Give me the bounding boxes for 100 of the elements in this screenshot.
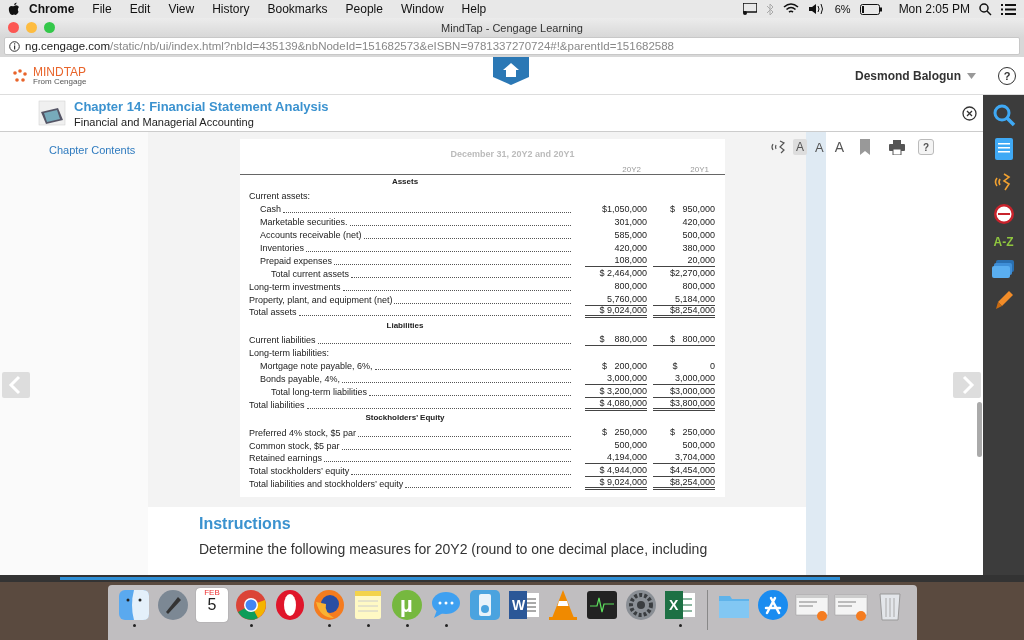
font-size-button[interactable]: A bbox=[812, 138, 827, 156]
glossary-button[interactable]: A-Z bbox=[993, 235, 1014, 249]
amount-cell: $ 9,024,000 bbox=[585, 478, 647, 491]
amount-cell-text: 800,000 bbox=[613, 281, 647, 293]
line-item-label: Total current assets bbox=[271, 268, 350, 279]
url-text: ng.cengage.com/static/nb/ui/index.html?nbId=435139&nbNodeId=151682573&eISBN=9781337270724#!&parentId=151682588 bbox=[25, 40, 675, 52]
menu-item[interactable]: File bbox=[83, 2, 121, 16]
search-icon[interactable] bbox=[979, 2, 992, 16]
firefox-icon[interactable] bbox=[312, 588, 346, 622]
caret-icon[interactable] bbox=[967, 72, 976, 79]
cast-icon[interactable] bbox=[742, 3, 757, 15]
line-item-label: Total liabilities and stockholders’ equity bbox=[249, 479, 404, 490]
battery-icon[interactable] bbox=[859, 3, 882, 15]
menubar-clock[interactable]: Mon 2:05 PM bbox=[898, 2, 970, 16]
media-player-icon[interactable] bbox=[468, 588, 502, 622]
notebook-icon[interactable] bbox=[993, 137, 1014, 161]
line-item-label: Preferred 4% stock, $5 par bbox=[249, 427, 357, 438]
scrollbar-thumb[interactable] bbox=[977, 402, 982, 457]
amount-cell: $3,000,000 bbox=[653, 385, 715, 398]
amount-cell-text: $ 2,464,000 bbox=[598, 268, 647, 280]
menu-item[interactable]: History bbox=[203, 2, 259, 16]
amount-cell-text: $ 200,000 bbox=[600, 360, 647, 372]
chrome-icon[interactable] bbox=[234, 588, 268, 622]
amount-cell-text: 500,000 bbox=[681, 440, 715, 452]
amount-cell: 3,704,000 bbox=[653, 452, 715, 465]
amount-cell: $4,454,000 bbox=[653, 465, 715, 478]
print-icon[interactable] bbox=[889, 139, 906, 155]
amount-cell: $ 9,024,000 bbox=[585, 306, 647, 319]
line-item-label: Accounts receivable (net) bbox=[260, 230, 362, 241]
amount-cell: $ 800,000 bbox=[653, 334, 715, 347]
menu-item[interactable]: Edit bbox=[120, 2, 160, 16]
battery-percent: 6% bbox=[834, 3, 851, 15]
amount-cell: 20,000 bbox=[653, 254, 715, 267]
opera-icon[interactable] bbox=[273, 588, 307, 622]
instructions-text: Determine the following measures for 20Y2 (round to one decimal place, including bbox=[199, 540, 709, 557]
amount-cell: 3,000,000 bbox=[653, 373, 715, 385]
apple-icon[interactable] bbox=[8, 2, 20, 16]
line-item-label: Long-term investments bbox=[249, 281, 341, 292]
info-icon[interactable] bbox=[9, 40, 20, 52]
menu-item[interactable]: Window bbox=[391, 2, 453, 16]
amount-cell-text: 800,000 bbox=[681, 281, 715, 293]
column-header: 20Y1 bbox=[689, 165, 710, 174]
amount-cell: 108,000 bbox=[585, 254, 647, 267]
menu-item[interactable]: Bookmarks bbox=[258, 2, 337, 16]
font-size-button[interactable]: A bbox=[793, 139, 807, 155]
close-icon[interactable] bbox=[962, 105, 977, 121]
close-window-button[interactable] bbox=[8, 22, 19, 33]
chapter-contents-link[interactable]: Chapter Contents bbox=[0, 144, 136, 156]
amount-cell-text: $ 0 bbox=[671, 360, 715, 372]
amount-cell-text: 585,000 bbox=[613, 229, 647, 241]
traffic-cone-icon[interactable] bbox=[546, 588, 580, 622]
amount-cell-text: 420,000 bbox=[681, 216, 715, 228]
list-icon[interactable] bbox=[1001, 3, 1016, 15]
font-size-button[interactable]: A bbox=[831, 138, 848, 156]
book-title: Financial and Managerial Accounting bbox=[74, 115, 255, 128]
line-item-label: Cash bbox=[260, 204, 281, 215]
dictionary-icon[interactable] bbox=[992, 203, 1015, 225]
logo-tagline: From Cengage bbox=[33, 77, 87, 86]
line-item-label: Property, plant, and equipment (net) bbox=[249, 294, 393, 305]
line-item-label: Mortgage note payable, 6%, bbox=[260, 361, 373, 372]
line-item-label: Total assets bbox=[249, 307, 297, 318]
bookmark-icon[interactable] bbox=[860, 139, 871, 155]
amount-cell-text: $2,270,000 bbox=[668, 268, 715, 280]
line-item-label: Long-term liabilities: bbox=[249, 348, 330, 359]
window-title: MindTap - Cengage Learning bbox=[440, 21, 584, 34]
statement-date: December 31, 20Y2 and 20Y1 bbox=[449, 149, 576, 159]
menu-item[interactable]: People bbox=[336, 2, 392, 16]
menu-item[interactable]: Help bbox=[452, 2, 496, 16]
line-item-label: Prepaid expenses bbox=[260, 255, 333, 266]
line-item-label: Current assets: bbox=[249, 191, 311, 202]
home-button[interactable] bbox=[493, 57, 529, 85]
book-cover-icon bbox=[38, 100, 66, 126]
address-bar[interactable]: ng.cengage.com/static/nb/ui/index.html?nbId=435139&nbNodeId=151682573&eISBN=9781337270724#!&parentId=151682588 bbox=[4, 37, 1020, 55]
volume-icon[interactable] bbox=[807, 3, 826, 15]
menu-item[interactable]: Chrome bbox=[20, 2, 84, 16]
activity-monitor-icon[interactable] bbox=[585, 588, 619, 622]
user-menu[interactable]: Desmond Balogun bbox=[855, 68, 976, 83]
word-app-button[interactable]: W bbox=[507, 588, 541, 622]
amount-cell: 3,000,000 bbox=[585, 373, 647, 385]
logo-text: MINDTAP bbox=[33, 65, 87, 78]
amount-cell: $ 4,080,000 bbox=[585, 398, 647, 411]
app-store-icon[interactable] bbox=[756, 588, 790, 622]
amount-cell: $ 3,200,000 bbox=[585, 385, 647, 398]
amount-cell-text: 380,000 bbox=[681, 242, 715, 254]
calendar-icon[interactable]: FEB 5 bbox=[196, 588, 228, 622]
menu-item[interactable]: View bbox=[159, 2, 204, 16]
amount-cell: 5,184,000 bbox=[653, 293, 715, 306]
line-item-label: Marketable securities. bbox=[260, 217, 348, 228]
wifi-icon[interactable] bbox=[782, 3, 799, 15]
amount-cell: 4,194,000 bbox=[585, 452, 647, 465]
amount-cell: $ 880,000 bbox=[585, 334, 647, 347]
excel-app-button[interactable]: X bbox=[663, 588, 697, 622]
flashcards-icon[interactable] bbox=[991, 259, 1016, 279]
gear-icon[interactable] bbox=[624, 588, 658, 622]
logo-icon bbox=[12, 68, 28, 83]
help-button[interactable]: ? bbox=[918, 139, 935, 155]
amount-cell-text: 301,000 bbox=[613, 216, 647, 228]
line-item-label: Common stock, $5 par bbox=[249, 440, 340, 451]
line-item-label: Retained earnings bbox=[249, 453, 323, 464]
amount-cell-text: $ 250,000 bbox=[600, 427, 647, 439]
